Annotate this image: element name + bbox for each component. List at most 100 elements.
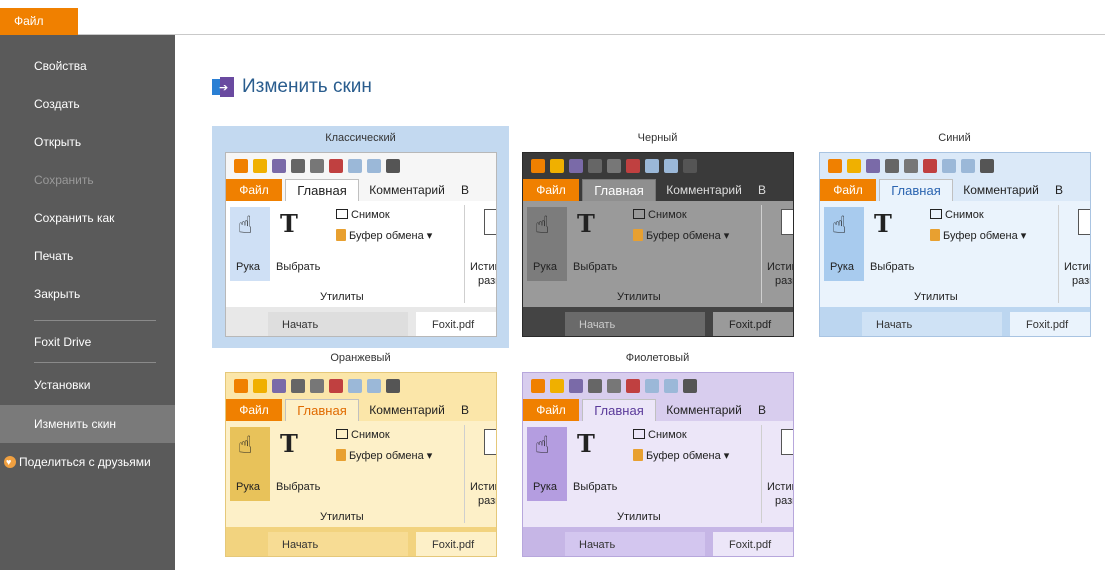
skin-title-icon: ➔ <box>212 77 234 97</box>
sidebar-item-save-as[interactable]: Сохранить как <box>0 199 175 237</box>
properties-icon <box>310 379 324 393</box>
skin-black[interactable]: Черный Файл Главная Комментарий В ☝ Рука… <box>509 126 806 348</box>
redo-icon <box>664 379 678 393</box>
skin-name: Фиолетовый <box>625 352 690 364</box>
actual-size-label: Истин <box>470 481 496 493</box>
sidebar-divider <box>34 320 156 321</box>
clipboard-icon <box>633 449 643 461</box>
select-label: Выбрать <box>573 481 618 493</box>
ribbon: ☝ Рука T Выбрать Снимок Буфер обмена ▾ У… <box>820 201 1090 307</box>
actual-size-label: Истин <box>470 261 496 273</box>
new-icon <box>329 379 343 393</box>
doc-tab-start: Начать <box>565 312 705 336</box>
skin-orange[interactable]: Оранжевый Файл Главная Комментарий В ☝ Р… <box>212 346 509 568</box>
redo-icon <box>367 379 381 393</box>
select-icon: T <box>280 209 298 238</box>
print-icon <box>291 159 305 173</box>
tab-home: Главная <box>582 399 656 421</box>
new-icon <box>626 159 640 173</box>
skin-preview: Файл Главная Комментарий В ☝ Рука T Выбр… <box>225 372 497 557</box>
tab-more: В <box>758 183 767 197</box>
clipboard-item: Буфер обмена ▾ <box>336 449 432 462</box>
save-icon <box>272 379 286 393</box>
snapshot-icon <box>633 429 645 439</box>
clipboard-icon <box>336 229 346 241</box>
snapshot-icon <box>930 209 942 219</box>
hand-tool-icon <box>683 159 697 173</box>
sidebar-item-close[interactable]: Закрыть <box>0 275 175 313</box>
sidebar-item-preferences[interactable]: Установки <box>0 366 175 404</box>
hand-icon: ☝ <box>535 212 550 239</box>
open-icon <box>253 159 267 173</box>
doc-tab-start: Начать <box>862 312 1002 336</box>
hand-icon: ☝ <box>832 212 847 239</box>
select-label: Выбрать <box>870 261 915 273</box>
hand-tool-icon <box>386 379 400 393</box>
tab-file: Файл <box>523 179 579 201</box>
skin-preview: Файл Главная Комментарий В ☝ Рука T Выбр… <box>819 152 1091 337</box>
skin-name: Классический <box>325 132 396 144</box>
doc-tab-foxit-pdf: Foxit.pdf <box>416 312 496 336</box>
print-icon <box>588 159 602 173</box>
sidebar-item-foxit-drive[interactable]: Foxit Drive <box>0 323 175 361</box>
quick-access-toolbar <box>523 153 793 179</box>
snapshot-item: Снимок <box>633 429 687 441</box>
actual-size-label: Истин <box>1064 261 1090 273</box>
ribbon: ☝ Рука T Выбрать Снимок Буфер обмена ▾ У… <box>523 201 793 307</box>
hand-button: ☝ Рука <box>527 427 567 501</box>
tab-comment: Комментарий <box>666 403 742 417</box>
skin-blue[interactable]: Синий Файл Главная Комментарий В ☝ Рука … <box>806 126 1103 348</box>
foxit-logo-icon <box>828 159 842 173</box>
doc-tab-foxit-pdf: Foxit.pdf <box>713 312 793 336</box>
skin-purple[interactable]: Фиолетовый Файл Главная Комментарий В ☝ … <box>509 346 806 568</box>
open-icon <box>847 159 861 173</box>
properties-icon <box>904 159 918 173</box>
sidebar-item-open[interactable]: Открыть <box>0 123 175 161</box>
hand-icon: ☝ <box>238 212 253 239</box>
select-icon: T <box>874 209 892 238</box>
document-tabs: Начать Foxit.pdf <box>523 527 793 556</box>
tab-home: Главная <box>285 179 359 201</box>
sidebar-item-change-skin[interactable]: Изменить скин <box>0 405 175 443</box>
foxit-logo-icon <box>531 159 545 173</box>
sidebar-item-print[interactable]: Печать <box>0 237 175 275</box>
clipboard-icon <box>930 229 940 241</box>
tab-more: В <box>758 403 767 417</box>
document-tabs: Начать Foxit.pdf <box>226 527 496 556</box>
sidebar-item-create[interactable]: Создать <box>0 85 175 123</box>
actual-size-icon <box>781 209 793 235</box>
skin-preview: Файл Главная Комментарий В ☝ Рука T Выбр… <box>522 152 794 337</box>
undo-icon <box>348 159 362 173</box>
actual-size-label-2: разм <box>1072 275 1090 287</box>
hand-label: Рука <box>830 261 855 273</box>
quick-access-toolbar <box>226 153 496 179</box>
skin-name: Черный <box>637 132 678 144</box>
hand-tool-icon <box>980 159 994 173</box>
file-menu-tab[interactable]: Файл <box>0 8 78 35</box>
skin-preview: Файл Главная Комментарий В ☝ Рука T Выбр… <box>225 152 497 337</box>
utilities-group-label: Утилиты <box>320 291 364 303</box>
properties-icon <box>310 159 324 173</box>
select-label: Выбрать <box>276 261 321 273</box>
tab-comment: Комментарий <box>963 183 1039 197</box>
doc-tab-start: Начать <box>268 312 408 336</box>
actual-size-icon <box>484 209 496 235</box>
open-icon <box>253 379 267 393</box>
ribbon: ☝ Рука T Выбрать Снимок Буфер обмена ▾ У… <box>226 201 496 307</box>
tab-home: Главная <box>879 179 953 201</box>
tab-file: Файл <box>226 179 282 201</box>
undo-icon <box>348 379 362 393</box>
share-with-friends-button[interactable]: Поделиться с друзьями <box>0 447 175 477</box>
hand-tool-icon <box>683 379 697 393</box>
snapshot-item: Снимок <box>336 209 390 221</box>
select-label: Выбрать <box>276 481 321 493</box>
tab-more: В <box>461 183 470 197</box>
actual-size-icon <box>781 429 793 455</box>
sidebar-item-properties[interactable]: Свойства <box>0 47 175 85</box>
skin-name: Оранжевый <box>330 352 391 364</box>
actual-size-label: Истин <box>767 481 793 493</box>
skin-classic[interactable]: Классический Файл Главная Комментарий В … <box>212 126 509 348</box>
foxit-logo-icon <box>234 159 248 173</box>
top-bar: Файл <box>0 0 1105 35</box>
clipboard-item: Буфер обмена ▾ <box>930 229 1026 242</box>
